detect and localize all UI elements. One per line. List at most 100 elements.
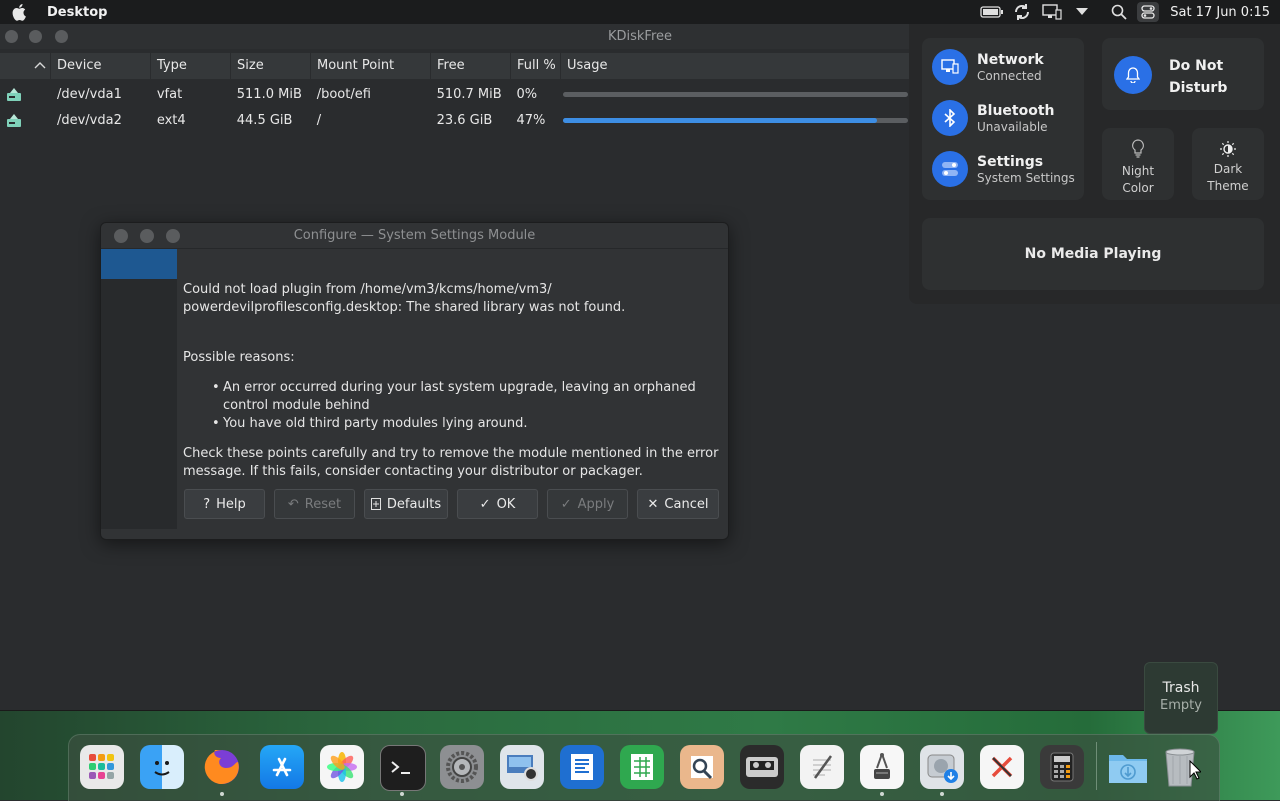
help-icon: ? bbox=[203, 496, 211, 512]
cell-free: 510.7 MiB bbox=[436, 87, 502, 102]
apple-menu-icon[interactable] bbox=[10, 2, 30, 22]
minimize-button[interactable] bbox=[29, 30, 42, 43]
usage-bar bbox=[563, 92, 909, 97]
column-free[interactable]: Free bbox=[431, 53, 511, 79]
table-row[interactable]: /dev/vda2 ext4 44.5 GiB / 23.6 GiB 47% bbox=[0, 108, 910, 134]
dialog-titlebar[interactable]: Configure — System Settings Module bbox=[101, 223, 728, 249]
terminal-icon[interactable] bbox=[380, 745, 426, 791]
settings-status: System Settings bbox=[977, 170, 1075, 185]
system-tray: Sat 17 Jun 0:15 bbox=[977, 0, 1280, 24]
cell-size: 511.0 MiB bbox=[236, 87, 302, 102]
network-icon bbox=[932, 49, 968, 85]
photos-icon[interactable] bbox=[320, 745, 364, 789]
tooltip-title: Trash bbox=[1162, 680, 1200, 696]
reason-item: An error occurred during your last syste… bbox=[183, 379, 723, 415]
cancel-button[interactable]: ✕ Cancel bbox=[637, 489, 719, 519]
chevron-up-icon bbox=[34, 58, 46, 73]
column-full-percent[interactable]: Full % bbox=[511, 53, 561, 79]
undo-icon: ↶ bbox=[287, 496, 299, 512]
cell-usage bbox=[560, 82, 910, 108]
calculator-icon[interactable] bbox=[1040, 745, 1084, 789]
apply-button[interactable]: ✓ Apply bbox=[547, 489, 628, 519]
cell-device: /dev/vda2 bbox=[56, 113, 122, 128]
notes-icon[interactable] bbox=[800, 745, 844, 789]
close-icon: ✕ bbox=[647, 496, 659, 512]
kdiskfree-icon[interactable] bbox=[860, 745, 904, 789]
help-button[interactable]: ? Help bbox=[184, 489, 265, 519]
maximize-button[interactable] bbox=[55, 30, 68, 43]
column-device[interactable]: Device bbox=[51, 53, 151, 79]
connectivity-tile: Network Connected Bluetooth Unavailable Se… bbox=[922, 38, 1084, 200]
trash-tooltip: Trash Empty bbox=[1144, 662, 1218, 734]
cell-device: /dev/vda1 bbox=[56, 87, 122, 102]
network-icon[interactable] bbox=[1040, 0, 1064, 24]
media-status: No Media Playing bbox=[1024, 246, 1162, 262]
media-tile[interactable]: No Media Playing bbox=[922, 218, 1264, 290]
disk-utility-icon[interactable] bbox=[920, 745, 964, 789]
bluetooth-icon bbox=[932, 100, 968, 136]
search-icon[interactable] bbox=[1107, 0, 1131, 24]
night-color-tile[interactable]: Night Color bbox=[1102, 128, 1174, 200]
reset-button[interactable]: ↶ Reset bbox=[274, 489, 355, 519]
calc-sheet-icon[interactable] bbox=[620, 745, 664, 789]
dark-theme-tile[interactable]: Dark Theme bbox=[1192, 128, 1264, 200]
bell-icon bbox=[1114, 56, 1152, 94]
downloads-folder-icon[interactable] bbox=[1106, 745, 1150, 789]
drive-icon bbox=[0, 108, 51, 134]
chevron-down-icon[interactable] bbox=[1070, 0, 1094, 24]
error-line: powerdevilprofilesconfig.desktop: The sh… bbox=[183, 300, 626, 315]
drive-icon bbox=[0, 82, 51, 108]
dark-theme-label: Dark bbox=[1213, 162, 1243, 176]
app-store-icon[interactable] bbox=[260, 745, 304, 789]
launcher-icon[interactable] bbox=[80, 745, 124, 789]
dark-theme-label: Theme bbox=[1207, 179, 1249, 193]
sidebar-selected-item[interactable] bbox=[101, 249, 177, 279]
dialog-sidebar bbox=[101, 249, 177, 529]
document-icon bbox=[370, 498, 381, 510]
column-type[interactable]: Type bbox=[151, 53, 231, 79]
control-center-icon[interactable] bbox=[1137, 2, 1160, 22]
reason-item: You have old third party modules lying a… bbox=[183, 415, 723, 433]
table-row[interactable]: /dev/vda1 vfat 511.0 MiB /boot/efi 510.7… bbox=[0, 82, 910, 108]
night-color-label: Color bbox=[1122, 181, 1154, 195]
dialog-button-row: ? Help ↶ Reset Defaults ✓ OK ✓ Apply ✕ Cancel bbox=[184, 489, 719, 519]
cell-full-percent: 0% bbox=[516, 87, 538, 102]
settings-icon bbox=[932, 151, 968, 187]
network-status: Connected bbox=[977, 68, 1042, 83]
update-icon[interactable] bbox=[1010, 0, 1034, 24]
running-indicator bbox=[220, 792, 224, 796]
do-not-disturb-tile[interactable]: Do Not Disturb bbox=[1102, 38, 1264, 110]
cell-usage bbox=[560, 108, 910, 134]
writer-icon[interactable] bbox=[560, 745, 604, 789]
column-mount-point[interactable]: Mount Point bbox=[311, 53, 431, 79]
check-icon: ✓ bbox=[479, 496, 491, 512]
clock[interactable]: Sat 17 Jun 0:15 bbox=[1170, 5, 1270, 20]
active-app-title[interactable]: Desktop bbox=[47, 5, 107, 20]
configure-dialog: Configure — System Settings Module Could… bbox=[100, 222, 729, 540]
network-title: Network bbox=[977, 51, 1044, 68]
advice-text: Check these points carefully and try to … bbox=[183, 446, 719, 479]
defaults-button[interactable]: Defaults bbox=[364, 489, 448, 519]
battery-icon[interactable] bbox=[980, 0, 1004, 24]
column-size[interactable]: Size bbox=[231, 53, 311, 79]
cell-full-percent: 47% bbox=[516, 113, 546, 128]
finder-icon[interactable] bbox=[140, 745, 184, 789]
cell-type: ext4 bbox=[156, 113, 186, 128]
mouse-pointer-icon bbox=[1189, 759, 1203, 784]
cell-size: 44.5 GiB bbox=[236, 113, 293, 128]
xcode-icon[interactable] bbox=[980, 745, 1024, 789]
dialog-message: Could not load plugin from /home/vm3/kcm… bbox=[183, 281, 723, 481]
tape-icon[interactable] bbox=[740, 745, 784, 789]
top-panel: Desktop Sat 17 Jun 0:15 bbox=[0, 0, 1280, 24]
network-toggle[interactable]: Network Connected bbox=[932, 49, 1044, 85]
ok-button[interactable]: ✓ OK bbox=[457, 489, 538, 519]
system-preferences-icon[interactable] bbox=[440, 745, 484, 789]
close-button[interactable] bbox=[5, 30, 18, 43]
firefox-icon[interactable] bbox=[200, 745, 244, 789]
preview-icon[interactable] bbox=[680, 745, 724, 789]
screenshot-icon[interactable] bbox=[500, 745, 544, 789]
bluetooth-toggle[interactable]: Bluetooth Unavailable bbox=[932, 100, 1055, 136]
sort-indicator-column[interactable] bbox=[0, 53, 51, 79]
settings-toggle[interactable]: Settings System Settings bbox=[932, 151, 1075, 187]
control-center-panel: Network Connected Bluetooth Unavailable Se… bbox=[909, 24, 1280, 304]
